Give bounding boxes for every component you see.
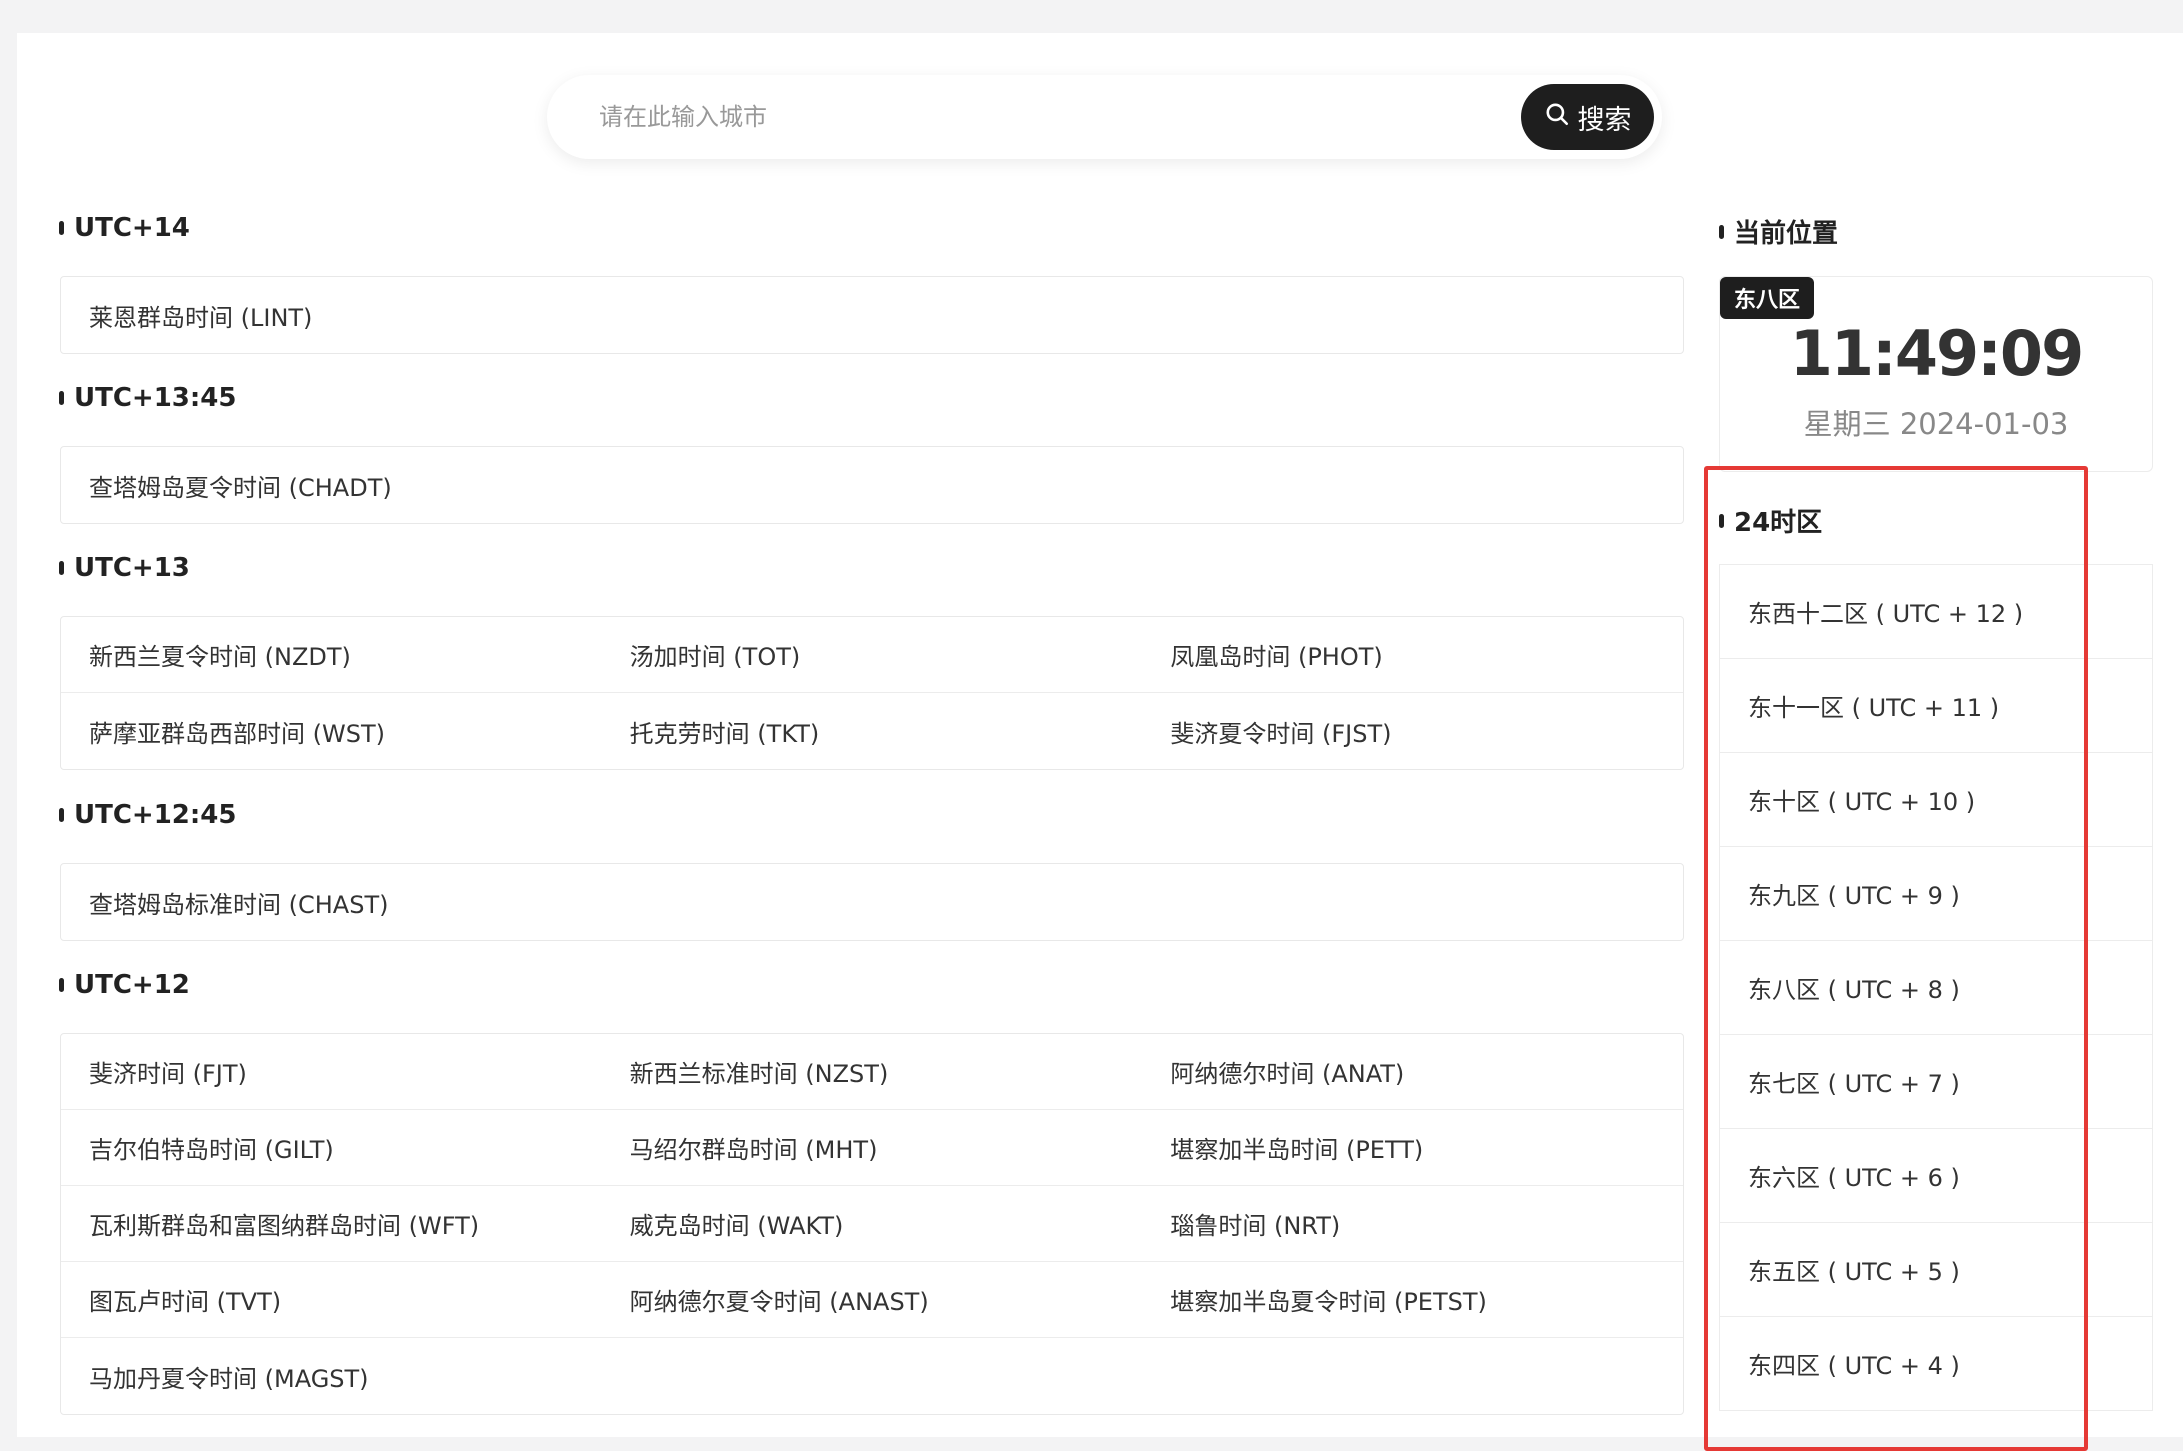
zone-link[interactable]: 新西兰标准时间 (NZST) bbox=[602, 1054, 1143, 1089]
section-title-utc1345: UTC+13:45 bbox=[59, 383, 236, 413]
page-container: 搜索 UTC+14 莱恩群岛时间 (LINT) UTC+13:45 查塔姆岛夏令… bbox=[17, 33, 2183, 1451]
section-title-text: UTC+12 bbox=[74, 970, 190, 1000]
section-title-text: UTC+13:45 bbox=[74, 383, 237, 413]
search-button-label: 搜索 bbox=[1577, 104, 1632, 136]
section-marker bbox=[59, 561, 64, 575]
zone-row: 图瓦卢时间 (TVT) 阿纳德尔夏令时间 (ANAST) 堪察加半岛夏令时间 (… bbox=[61, 1262, 1683, 1338]
zone-link[interactable]: 瓦利斯群岛和富图纳群岛时间 (WFT) bbox=[61, 1206, 602, 1241]
zone-link[interactable]: 萨摩亚群岛西部时间 (WST) bbox=[61, 714, 602, 749]
section-title-text: UTC+14 bbox=[74, 213, 190, 243]
zone-link[interactable]: 马加丹夏令时间 (MAGST) bbox=[61, 1359, 602, 1394]
section-marker bbox=[59, 808, 64, 822]
zone-link[interactable]: 图瓦卢时间 (TVT) bbox=[61, 1282, 602, 1317]
search-input[interactable] bbox=[599, 97, 1499, 137]
zone-link[interactable]: 威克岛时间 (WAKT) bbox=[602, 1206, 1143, 1241]
search-icon bbox=[1544, 101, 1570, 134]
zone-badge: 东八区 bbox=[1720, 277, 1815, 319]
tz-list-title-text: 24时区 bbox=[1734, 508, 1823, 538]
clock-date: 星期三 2024-01-03 bbox=[1803, 407, 2069, 441]
zone-group-utc14: 莱恩群岛时间 (LINT) bbox=[60, 276, 1684, 354]
zone-row: 马加丹夏令时间 (MAGST) bbox=[61, 1338, 1683, 1414]
zone-link[interactable]: 吉尔伯特岛时间 (GILT) bbox=[61, 1130, 602, 1165]
section-title-utc1245: UTC+12:45 bbox=[59, 800, 236, 830]
tz-list-item[interactable]: 东九区 ( UTC + 9 ) bbox=[1719, 847, 2153, 941]
section-marker bbox=[1719, 224, 1724, 239]
zone-link[interactable]: 马绍尔群岛时间 (MHT) bbox=[602, 1130, 1143, 1165]
zone-link[interactable]: 瑙鲁时间 (NRT) bbox=[1142, 1206, 1683, 1241]
tz-list-title: 24时区 bbox=[1719, 502, 1822, 539]
section-title-utc12: UTC+12 bbox=[59, 970, 190, 1000]
zone-link[interactable]: 堪察加半岛时间 (PETT) bbox=[1142, 1130, 1683, 1165]
zone-group-utc13: 新西兰夏令时间 (NZDT) 汤加时间 (TOT) 凤凰岛时间 (PHOT) 萨… bbox=[60, 616, 1684, 770]
section-marker bbox=[59, 221, 64, 235]
zone-link[interactable]: 阿纳德尔时间 (ANAT) bbox=[1142, 1054, 1683, 1089]
zone-row: 斐济时间 (FJT) 新西兰标准时间 (NZST) 阿纳德尔时间 (ANAT) bbox=[61, 1034, 1683, 1110]
tz-list-item[interactable]: 东十区 ( UTC + 10 ) bbox=[1719, 753, 2153, 847]
zone-link[interactable]: 汤加时间 (TOT) bbox=[602, 637, 1143, 672]
zone-link[interactable]: 莱恩群岛时间 (LINT) bbox=[61, 298, 602, 333]
tz-list-item[interactable]: 东西十二区 ( UTC + 12 ) bbox=[1719, 565, 2153, 659]
zone-group-utc12: 斐济时间 (FJT) 新西兰标准时间 (NZST) 阿纳德尔时间 (ANAT) … bbox=[60, 1033, 1684, 1415]
zone-link[interactable]: 新西兰夏令时间 (NZDT) bbox=[61, 637, 602, 672]
clock-time: 11:49:09 bbox=[1789, 317, 2084, 390]
section-marker bbox=[1719, 513, 1724, 528]
tz-list-item[interactable]: 东六区 ( UTC + 6 ) bbox=[1719, 1129, 2153, 1223]
zone-row: 查塔姆岛夏令时间 (CHADT) bbox=[61, 447, 1683, 523]
zone-row: 吉尔伯特岛时间 (GILT) 马绍尔群岛时间 (MHT) 堪察加半岛时间 (PE… bbox=[61, 1110, 1683, 1186]
section-marker bbox=[59, 391, 64, 405]
tz-list-item[interactable]: 东七区 ( UTC + 7 ) bbox=[1719, 1035, 2153, 1129]
section-title-utc13: UTC+13 bbox=[59, 553, 190, 583]
clock-card: 东八区 11:49:09 星期三 2024-01-03 bbox=[1719, 276, 2153, 472]
zone-link[interactable]: 堪察加半岛夏令时间 (PETST) bbox=[1142, 1282, 1683, 1317]
tz-list-item[interactable]: 东四区 ( UTC + 4 ) bbox=[1719, 1317, 2153, 1411]
search-bar: 搜索 bbox=[547, 75, 1662, 159]
section-marker bbox=[59, 978, 64, 992]
zone-link[interactable]: 凤凰岛时间 (PHOT) bbox=[1142, 637, 1683, 672]
zone-row: 瓦利斯群岛和富图纳群岛时间 (WFT) 威克岛时间 (WAKT) 瑙鲁时间 (N… bbox=[61, 1186, 1683, 1262]
zone-link[interactable]: 查塔姆岛夏令时间 (CHADT) bbox=[61, 468, 602, 503]
zone-link[interactable]: 阿纳德尔夏令时间 (ANAST) bbox=[602, 1282, 1143, 1317]
zone-link[interactable]: 查塔姆岛标准时间 (CHAST) bbox=[61, 885, 602, 920]
zone-row: 萨摩亚群岛西部时间 (WST) 托克劳时间 (TKT) 斐济夏令时间 (FJST… bbox=[61, 693, 1683, 769]
zone-link[interactable]: 托克劳时间 (TKT) bbox=[602, 714, 1143, 749]
zone-row: 新西兰夏令时间 (NZDT) 汤加时间 (TOT) 凤凰岛时间 (PHOT) bbox=[61, 617, 1683, 693]
current-location-title-text: 当前位置 bbox=[1734, 219, 1839, 249]
tz-list-item[interactable]: 东八区 ( UTC + 8 ) bbox=[1719, 941, 2153, 1035]
section-title-text: UTC+13 bbox=[74, 553, 190, 583]
zone-link[interactable]: 斐济夏令时间 (FJST) bbox=[1142, 714, 1683, 749]
section-title-utc14: UTC+14 bbox=[59, 213, 190, 243]
section-title-text: UTC+12:45 bbox=[74, 800, 237, 830]
zone-row: 莱恩群岛时间 (LINT) bbox=[61, 277, 1683, 353]
current-location-title: 当前位置 bbox=[1719, 213, 1838, 250]
tz-list: 东西十二区 ( UTC + 12 ) 东十一区 ( UTC + 11 ) 东十区… bbox=[1719, 564, 2153, 1411]
zone-link[interactable]: 斐济时间 (FJT) bbox=[61, 1054, 602, 1089]
tz-list-item[interactable]: 东十一区 ( UTC + 11 ) bbox=[1719, 659, 2153, 753]
zone-group-utc1345: 查塔姆岛夏令时间 (CHADT) bbox=[60, 446, 1684, 524]
zone-row: 查塔姆岛标准时间 (CHAST) bbox=[61, 864, 1683, 940]
tz-list-item[interactable]: 东五区 ( UTC + 5 ) bbox=[1719, 1223, 2153, 1317]
search-button[interactable]: 搜索 bbox=[1521, 84, 1654, 150]
zone-group-utc1245: 查塔姆岛标准时间 (CHAST) bbox=[60, 863, 1684, 941]
